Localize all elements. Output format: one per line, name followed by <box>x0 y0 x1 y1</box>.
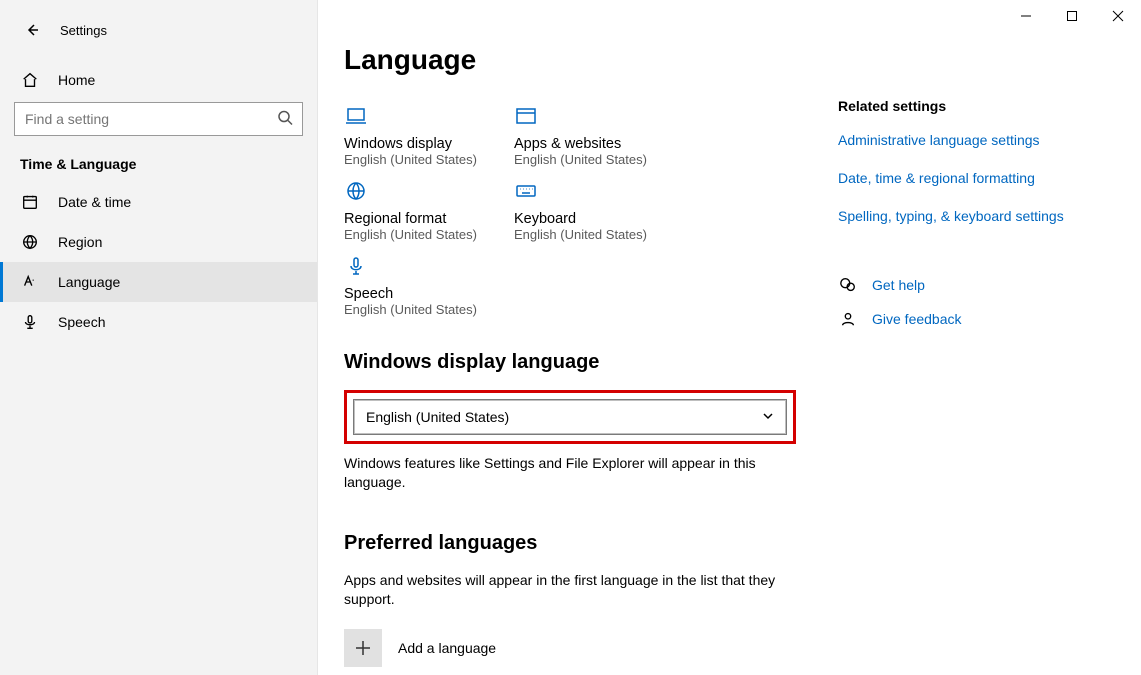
sidebar-item-label: Date & time <box>58 194 131 210</box>
tile-subtitle: English (United States) <box>514 152 654 167</box>
page-title: Language <box>344 44 798 76</box>
sidebar-item-speech[interactable]: Speech <box>0 302 317 342</box>
titlebar-left: Settings <box>0 10 317 50</box>
link-admin-language[interactable]: Administrative language settings <box>838 132 1078 148</box>
search-input[interactable] <box>14 102 303 136</box>
tile-subtitle: English (United States) <box>344 302 484 317</box>
microphone-icon <box>344 254 484 278</box>
window-controls <box>1003 0 1141 32</box>
add-language-label: Add a language <box>398 640 496 656</box>
maximize-icon <box>1066 10 1078 22</box>
tile-regional-format[interactable]: Regional format English (United States) <box>344 179 484 242</box>
sidebar-item-label: Language <box>58 274 120 290</box>
dropdown-value: English (United States) <box>366 409 509 425</box>
tile-speech[interactable]: Speech English (United States) <box>344 254 484 317</box>
get-help-label: Get help <box>872 277 925 293</box>
laptop-icon <box>344 104 484 128</box>
microphone-icon <box>20 313 40 331</box>
sidebar-home-label: Home <box>58 72 95 88</box>
minimize-button[interactable] <box>1003 0 1049 32</box>
feedback-icon <box>838 310 858 328</box>
link-spelling-typing[interactable]: Spelling, typing, & keyboard settings <box>838 208 1078 224</box>
sidebar-item-label: Region <box>58 234 102 250</box>
tile-subtitle: English (United States) <box>514 227 654 242</box>
display-language-description: Windows features like Settings and File … <box>344 454 774 492</box>
keyboard-icon <box>514 179 654 203</box>
globe-icon <box>344 179 484 203</box>
language-icon <box>20 273 40 291</box>
maximize-button[interactable] <box>1049 0 1095 32</box>
search-icon <box>277 110 293 129</box>
chevron-down-icon <box>762 409 774 425</box>
clock-calendar-icon <box>20 193 40 211</box>
tile-apps-websites[interactable]: Apps & websites English (United States) <box>514 104 654 167</box>
window-icon <box>514 104 654 128</box>
tile-title: Windows display <box>344 136 484 152</box>
sidebar-item-language[interactable]: Language <box>0 262 317 302</box>
preferred-languages-heading: Preferred languages <box>344 532 798 555</box>
tile-title: Regional format <box>344 211 484 227</box>
home-icon <box>20 71 40 89</box>
close-icon <box>1112 10 1124 22</box>
get-help-link[interactable]: Get help <box>838 276 1078 294</box>
tile-title: Keyboard <box>514 211 654 227</box>
sidebar: Settings Home Time & Language <box>0 0 318 675</box>
tile-keyboard[interactable]: Keyboard English (United States) <box>514 179 654 242</box>
display-language-dropdown[interactable]: English (United States) <box>353 399 787 435</box>
language-tiles: Windows display English (United States) … <box>344 104 798 317</box>
search-box <box>14 102 303 136</box>
app-title: Settings <box>60 23 107 38</box>
sidebar-item-date-time[interactable]: Date & time <box>0 182 317 222</box>
sidebar-item-label: Speech <box>58 314 105 330</box>
back-button[interactable] <box>18 16 46 44</box>
tile-subtitle: English (United States) <box>344 152 484 167</box>
tile-windows-display[interactable]: Windows display English (United States) <box>344 104 484 167</box>
minimize-icon <box>1020 10 1032 22</box>
display-language-heading: Windows display language <box>344 351 798 374</box>
content-area: Language Windows display English (United… <box>318 0 1141 675</box>
help-icon <box>838 276 858 294</box>
tile-subtitle: English (United States) <box>344 227 484 242</box>
sidebar-home[interactable]: Home <box>0 60 317 100</box>
tile-title: Apps & websites <box>514 136 654 152</box>
right-column: Related settings Administrative language… <box>838 0 1108 675</box>
give-feedback-label: Give feedback <box>872 311 962 327</box>
preferred-languages-description: Apps and websites will appear in the fir… <box>344 571 784 609</box>
link-date-time-format[interactable]: Date, time & regional formatting <box>838 170 1078 186</box>
sidebar-item-region[interactable]: Region <box>0 222 317 262</box>
tile-title: Speech <box>344 286 484 302</box>
display-language-highlight: English (United States) <box>344 390 796 444</box>
main-column: Language Windows display English (United… <box>318 0 838 675</box>
plus-icon <box>344 629 382 667</box>
sidebar-group-title: Time & Language <box>0 136 317 182</box>
add-language-button[interactable]: Add a language <box>344 629 798 667</box>
close-button[interactable] <box>1095 0 1141 32</box>
globe-icon <box>20 233 40 251</box>
give-feedback-link[interactable]: Give feedback <box>838 310 1078 328</box>
arrow-left-icon <box>24 22 40 38</box>
related-settings-heading: Related settings <box>838 98 1078 114</box>
